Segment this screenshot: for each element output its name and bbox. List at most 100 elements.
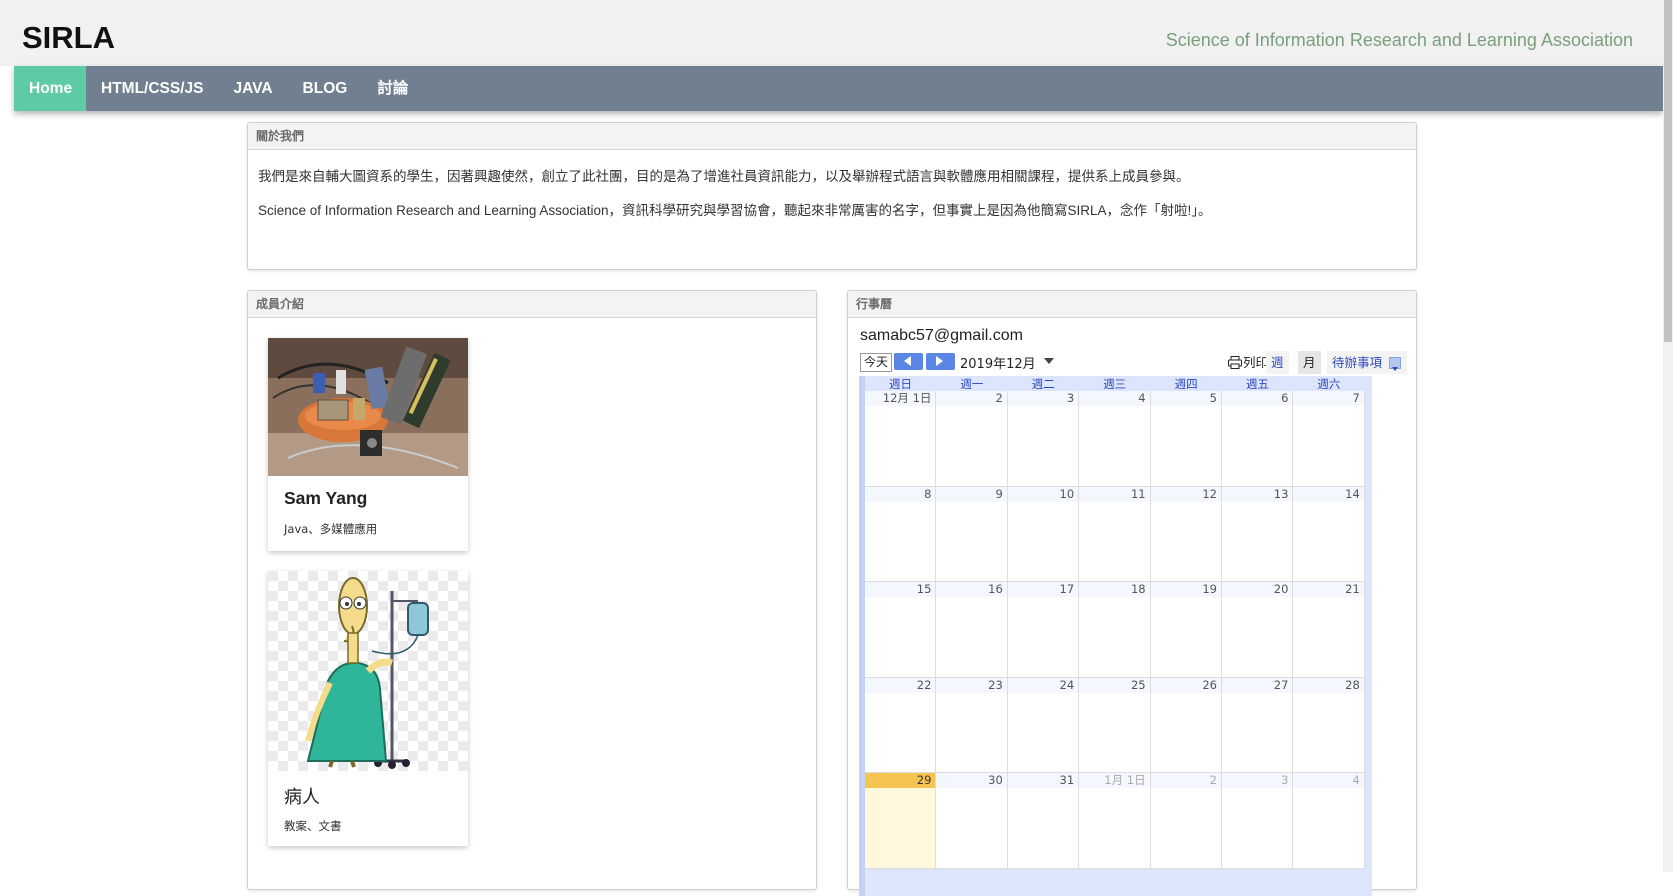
calendar-month-label[interactable]: 2019年12月: [960, 353, 1036, 372]
calendar-day-cell[interactable]: 25: [1079, 677, 1151, 773]
calendar-day-cell[interactable]: 5: [1150, 391, 1222, 487]
day-number[interactable]: 12月 1日: [865, 391, 936, 406]
day-number[interactable]: 2: [1150, 773, 1221, 788]
day-number[interactable]: 4: [1079, 391, 1150, 406]
calendar-day-cell[interactable]: 1月 1日: [1079, 773, 1151, 869]
day-number[interactable]: 10: [1007, 486, 1079, 502]
day-number[interactable]: 26: [1150, 677, 1221, 693]
calendar-day-cell[interactable]: 27: [1222, 677, 1294, 773]
agenda-view-tab[interactable]: 待辦事項: [1327, 351, 1407, 374]
member-card[interactable]: 病人 教案、文書: [268, 571, 468, 846]
day-number[interactable]: 15: [865, 582, 936, 597]
calendar-day-cell[interactable]: 8: [865, 486, 937, 582]
nav-item-discussion[interactable]: 討論: [362, 66, 423, 111]
day-number[interactable]: 11: [1079, 486, 1150, 502]
calendar-panel: 行事曆 samabc57@gmail.com 今天 2019年12月 列印 週 …: [847, 290, 1417, 896]
members-panel: 成員介紹 Sam Yang Java、多媒體應用 病人 教案、文書: [247, 290, 817, 890]
calendar-day-cell[interactable]: 21: [1293, 582, 1365, 678]
day-number[interactable]: 28: [1293, 677, 1364, 693]
day-number[interactable]: 17: [1007, 582, 1079, 597]
calendar-heading: 行事曆: [848, 291, 1416, 318]
calendar-day-cell[interactable]: 31: [1007, 773, 1080, 869]
weekday-label: 週四: [1174, 377, 1198, 391]
nav-item-html-css-js[interactable]: HTML/CSS/JS: [86, 66, 218, 111]
day-number[interactable]: 29: [865, 773, 936, 788]
print-button[interactable]: 列印: [1228, 352, 1268, 371]
day-number[interactable]: 3: [1007, 391, 1079, 406]
calendar-day-cell[interactable]: 2: [936, 391, 1008, 487]
calendar-day-cell[interactable]: 12月 1日: [865, 391, 937, 487]
calendar-day-cell[interactable]: 2: [1150, 773, 1222, 869]
page-scrollbar[interactable]: [1663, 0, 1673, 872]
calendar-day-cell[interactable]: 19: [1150, 582, 1222, 678]
calendar-day-cell[interactable]: 11: [1079, 486, 1151, 582]
nav-item-blog[interactable]: BLOG: [288, 66, 363, 111]
calendar-day-cell[interactable]: 7: [1293, 391, 1365, 487]
day-number[interactable]: 22: [865, 677, 936, 693]
site-subtitle: Science of Information Research and Lear…: [1165, 30, 1633, 50]
day-number[interactable]: 4: [1293, 773, 1364, 788]
calendar-day-cell[interactable]: 4: [1079, 391, 1151, 487]
day-number[interactable]: 9: [936, 486, 1007, 502]
day-number[interactable]: 3: [1222, 773, 1293, 788]
calendar-day-cell[interactable]: 24: [1007, 677, 1080, 773]
calendar-day-cell[interactable]: 30: [936, 773, 1008, 869]
weekday-label: 週三: [1103, 377, 1127, 391]
about-paragraph: Science of Information Research and Lear…: [258, 203, 1212, 218]
day-number[interactable]: 13: [1222, 486, 1293, 502]
day-number[interactable]: 30: [936, 773, 1007, 788]
calendar-day-cell[interactable]: 3: [1222, 773, 1294, 869]
calendar-day-cell[interactable]: 10: [1007, 486, 1080, 582]
today-button[interactable]: 今天: [860, 353, 893, 372]
day-number[interactable]: 2: [936, 391, 1007, 406]
calendar-day-cell[interactable]: 28: [1293, 677, 1365, 773]
day-number[interactable]: 5: [1150, 391, 1221, 406]
day-number[interactable]: 25: [1079, 677, 1150, 693]
calendar-day-cell[interactable]: 17: [1007, 582, 1080, 678]
scrollbar-thumb[interactable]: [1664, 0, 1672, 342]
day-number[interactable]: 24: [1007, 677, 1079, 693]
calendar-day-cell-today[interactable]: 29: [865, 773, 937, 869]
day-number[interactable]: 31: [1007, 773, 1079, 788]
calendar-day-cell[interactable]: 12: [1150, 486, 1222, 582]
calendar-day-cell[interactable]: 6: [1222, 391, 1294, 487]
week-view-tab[interactable]: 週: [1266, 351, 1289, 374]
day-number[interactable]: 21: [1293, 582, 1364, 597]
day-number[interactable]: 19: [1150, 582, 1221, 597]
calendar-day-cell[interactable]: 9: [936, 486, 1008, 582]
day-number[interactable]: 14: [1293, 486, 1364, 502]
day-number[interactable]: 27: [1222, 677, 1293, 693]
day-number[interactable]: 23: [936, 677, 1007, 693]
dropdown-arrow-icon[interactable]: [1389, 357, 1401, 371]
day-number[interactable]: 8: [865, 486, 936, 502]
nav-item-home[interactable]: Home: [14, 66, 86, 111]
about-heading: 關於我們: [248, 123, 1416, 150]
prev-month-button[interactable]: [894, 353, 923, 370]
day-number[interactable]: 18: [1079, 582, 1150, 597]
calendar-day-cell[interactable]: 3: [1007, 391, 1080, 487]
calendar-day-cell[interactable]: 13: [1222, 486, 1294, 582]
weekday-label: 週六: [1317, 377, 1341, 391]
member-card[interactable]: Sam Yang Java、多媒體應用: [268, 338, 468, 551]
about-panel: 關於我們 我們是來自輔大圖資系的學生，因著興趣使然，創立了此社團，目的是為了增進…: [247, 122, 1417, 270]
site-title[interactable]: SIRLA: [22, 20, 115, 56]
day-number[interactable]: 7: [1293, 391, 1364, 406]
calendar-day-cell[interactable]: 26: [1150, 677, 1222, 773]
calendar-day-cell[interactable]: 18: [1079, 582, 1151, 678]
calendar-day-cell[interactable]: 14: [1293, 486, 1365, 582]
day-number[interactable]: 16: [936, 582, 1007, 597]
nav-item-java[interactable]: JAVA: [218, 66, 287, 111]
day-number[interactable]: 20: [1222, 582, 1293, 597]
day-number[interactable]: 12: [1150, 486, 1221, 502]
day-number[interactable]: 6: [1222, 391, 1293, 406]
calendar-day-cell[interactable]: 20: [1222, 582, 1294, 678]
calendar-day-cell[interactable]: 15: [865, 582, 937, 678]
chevron-down-icon[interactable]: [1044, 358, 1054, 364]
calendar-day-cell[interactable]: 23: [936, 677, 1008, 773]
calendar-day-cell[interactable]: 4: [1293, 773, 1365, 869]
next-month-button[interactable]: [926, 353, 955, 370]
month-view-tab[interactable]: 月: [1298, 351, 1321, 374]
day-number[interactable]: 1月 1日: [1079, 773, 1150, 788]
calendar-day-cell[interactable]: 22: [865, 677, 937, 773]
calendar-day-cell[interactable]: 16: [936, 582, 1008, 678]
